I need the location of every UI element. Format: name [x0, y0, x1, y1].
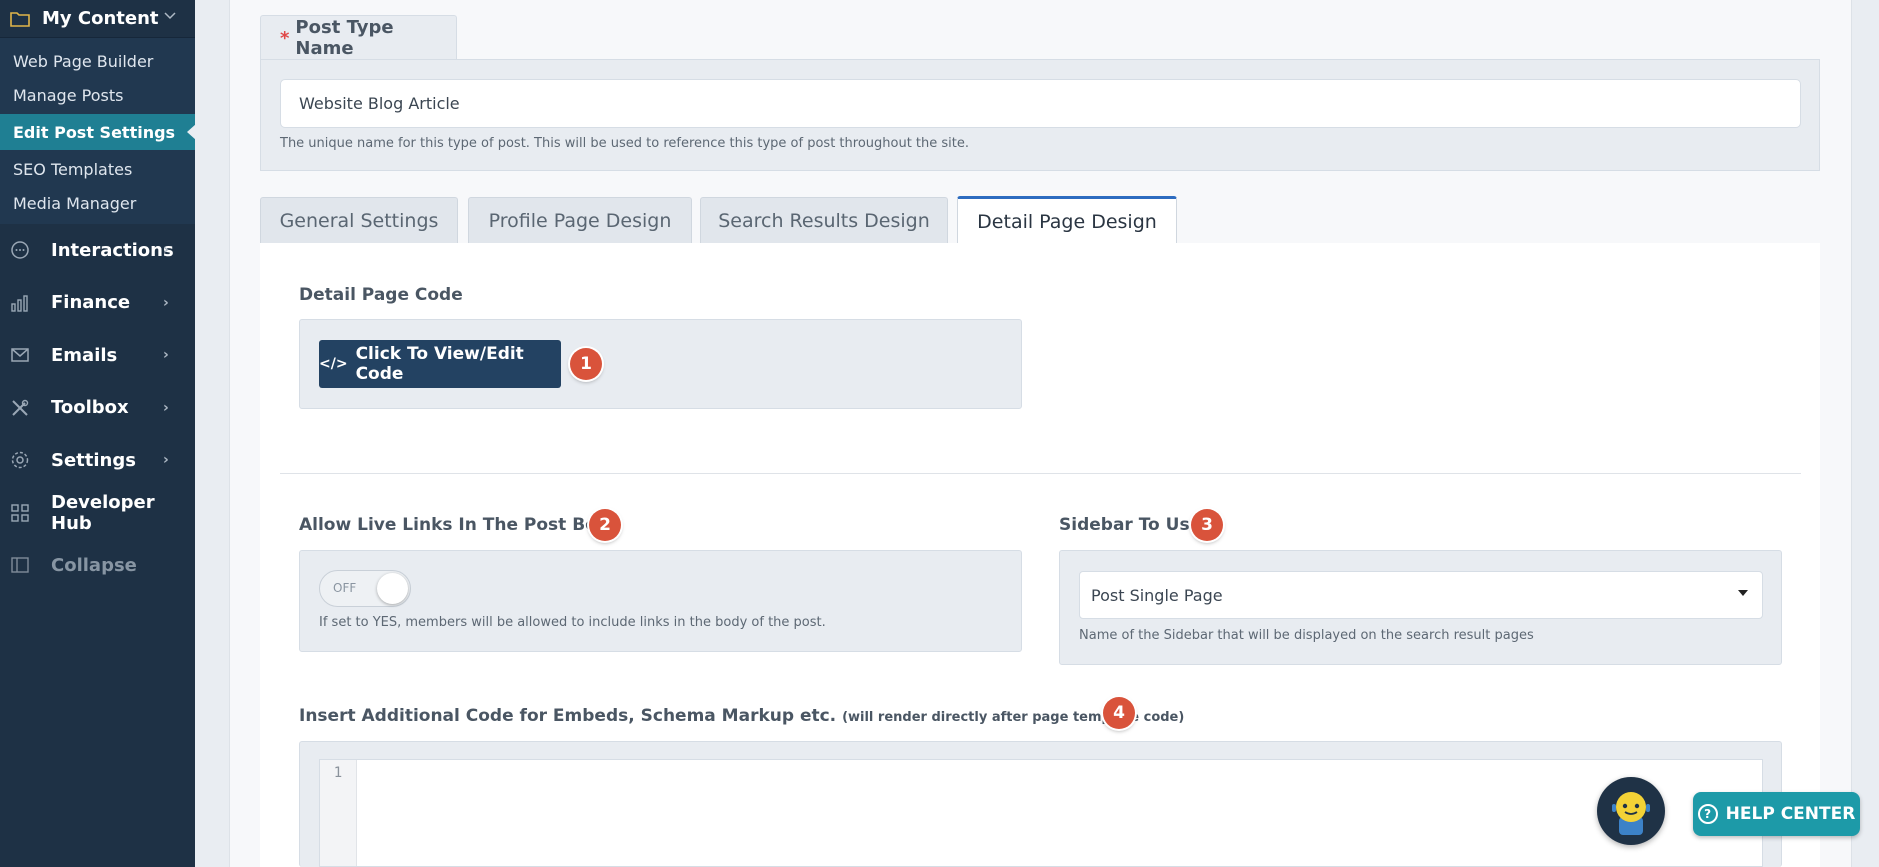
sidebar-my-content[interactable]: My Content	[0, 0, 195, 38]
detail-page-code-label: Detail Page Code	[299, 285, 463, 305]
sidebar: My Content Web Page Builder Manage Posts…	[0, 0, 196, 867]
section-divider	[280, 473, 1801, 474]
tab-profile-page-design[interactable]: Profile Page Design	[468, 197, 692, 244]
collapse-icon	[10, 555, 30, 575]
chevron-right-icon: ›	[163, 452, 169, 469]
sidebar-item-manage-posts[interactable]: Manage Posts	[0, 78, 195, 112]
tools-icon	[10, 398, 30, 418]
post-type-name-help: The unique name for this type of post. T…	[280, 136, 969, 151]
step-badge-3: 3	[1191, 509, 1223, 541]
chevron-right-icon: ›	[163, 294, 169, 311]
line-number: 1	[320, 760, 357, 866]
chevron-right-icon: ›	[163, 399, 169, 416]
sidebar-item-finance[interactable]: Finance ›	[0, 277, 195, 330]
sidebar-item-developer-hub[interactable]: Developer Hub	[0, 487, 195, 540]
sidebar-to-use-label: Sidebar To Use	[1059, 515, 1202, 535]
caret-down-icon	[1738, 590, 1748, 596]
tab-general-settings[interactable]: General Settings	[260, 197, 458, 244]
bar-chart-icon	[10, 293, 30, 313]
sidebar-item-label: Collapse	[51, 554, 137, 576]
chevron-right-icon: ›	[163, 242, 169, 259]
code-editor[interactable]: 1	[319, 759, 1763, 867]
step-badge-1: 1	[570, 348, 602, 380]
allow-live-links-label: Allow Live Links In The Post Body	[299, 515, 621, 535]
sidebar-item-label: Developer Hub	[51, 491, 155, 534]
sidebar-item-collapse[interactable]: Collapse	[0, 539, 195, 592]
folder-icon	[10, 10, 30, 28]
sidebar-item-seo-templates[interactable]: SEO Templates	[0, 152, 195, 186]
question-icon: ?	[1697, 804, 1718, 824]
help-center-label: HELP CENTER	[1725, 804, 1856, 824]
allow-live-links-toggle[interactable]: OFF	[319, 570, 411, 607]
gear-icon	[10, 450, 30, 470]
chat-bot-avatar[interactable]	[1597, 777, 1665, 845]
sidebar-item-web-page-builder[interactable]: Web Page Builder	[0, 44, 195, 78]
code-icon: </>	[319, 356, 348, 372]
toggle-state-text: OFF	[333, 581, 357, 595]
post-type-name-label: * Post Type Name	[260, 15, 457, 60]
sidebar-item-edit-post-settings[interactable]: Edit Post Settings	[0, 114, 196, 150]
toggle-knob	[377, 573, 408, 604]
chat-icon	[10, 240, 30, 260]
sidebar-item-toolbox[interactable]: Toolbox ›	[0, 382, 195, 435]
robot-icon	[1612, 792, 1650, 835]
post-type-name-input[interactable]: Website Blog Article	[280, 79, 1801, 128]
sidebar-item-media-manager[interactable]: Media Manager	[0, 186, 195, 220]
sidebar-select-value: Post Single Page	[1091, 585, 1223, 605]
tab-detail-page-design[interactable]: Detail Page Design	[957, 196, 1177, 244]
sidebar-item-label: Finance	[51, 292, 131, 314]
sidebar-item-label: Settings	[51, 449, 136, 471]
sidebar-item-label: Interactions	[51, 239, 174, 261]
sidebar-item-emails[interactable]: Emails ›	[0, 329, 195, 382]
step-badge-4: 4	[1103, 697, 1135, 729]
tab-search-results-design[interactable]: Search Results Design	[700, 197, 948, 244]
required-mark: *	[280, 27, 290, 49]
sidebar-submenu: Web Page Builder Manage Posts Edit Post …	[0, 38, 196, 224]
sidebar-item-interactions[interactable]: Interactions ›	[0, 224, 195, 277]
post-type-name-label-text: Post Type Name	[295, 17, 394, 59]
additional-code-title: Insert Additional Code for Embeds, Schem…	[299, 706, 837, 726]
help-center-button[interactable]: ? HELP CENTER	[1693, 792, 1860, 836]
sidebar-item-label: Toolbox	[51, 397, 129, 419]
sidebar-select[interactable]: Post Single Page	[1079, 571, 1763, 619]
grid-icon	[10, 503, 30, 523]
sidebar-my-content-label: My Content	[42, 8, 159, 29]
sidebar-item-settings[interactable]: Settings ›	[0, 434, 195, 487]
additional-code-label: Insert Additional Code for Embeds, Schem…	[299, 706, 1184, 726]
chevron-right-icon: ›	[163, 347, 169, 364]
view-edit-code-label: Click To View/Edit Code	[355, 344, 524, 384]
step-badge-2: 2	[589, 509, 621, 541]
view-edit-code-button[interactable]: </> Click To View/Edit Code	[319, 340, 561, 388]
allow-live-links-help: If set to YES, members will be allowed t…	[319, 615, 826, 630]
chevron-down-icon	[163, 8, 177, 26]
allow-live-links-box	[299, 550, 1022, 652]
mail-icon	[10, 345, 30, 365]
sidebar-to-use-help: Name of the Sidebar that will be display…	[1079, 628, 1534, 643]
sidebar-item-label: Emails	[51, 344, 118, 366]
